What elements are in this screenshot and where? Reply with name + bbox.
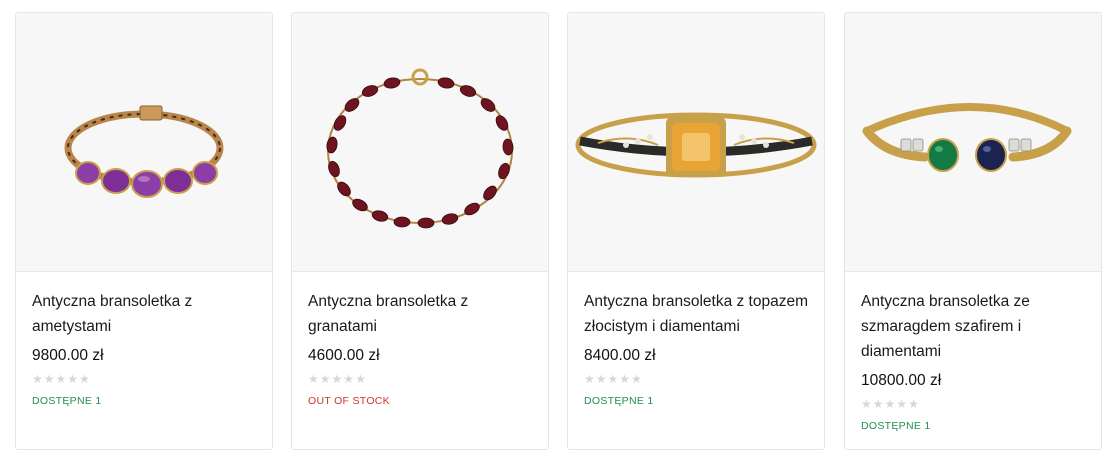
- product-image[interactable]: [568, 13, 824, 272]
- product-image[interactable]: [292, 13, 548, 272]
- star-empty-icon: ★: [319, 372, 331, 386]
- star-empty-icon: ★: [32, 372, 43, 386]
- product-card[interactable]: Antyczna bransoletka z ametystami 9800.0…: [15, 12, 273, 450]
- product-title[interactable]: Antyczna bransoletka z topazem złocistym…: [584, 289, 810, 339]
- star-empty-icon: ★: [584, 372, 595, 386]
- product-image[interactable]: [845, 13, 1101, 272]
- star-empty-icon: ★: [331, 372, 343, 386]
- star-empty-icon: ★: [896, 397, 908, 411]
- star-empty-icon: ★: [595, 372, 607, 386]
- rating-stars: ★ ★ ★ ★ ★: [308, 372, 534, 386]
- product-image[interactable]: [16, 13, 272, 272]
- bracelet-topaz-icon: [568, 13, 824, 271]
- product-price: 10800.00 zł: [861, 372, 942, 389]
- star-empty-icon: ★: [79, 372, 90, 386]
- rating-stars: ★ ★ ★ ★ ★: [32, 372, 258, 386]
- star-empty-icon: ★: [343, 372, 355, 386]
- rating-stars: ★ ★ ★ ★ ★: [861, 397, 1087, 411]
- star-empty-icon: ★: [55, 372, 67, 386]
- product-price: 9800.00 zł: [32, 347, 104, 364]
- product-title[interactable]: Antyczna bransoletka ze szmaragdem szafi…: [861, 289, 1087, 364]
- product-price: 4600.00 zł: [308, 347, 380, 364]
- stock-status: DOSTĘPNE 1: [861, 420, 931, 432]
- stock-status: DOSTĘPNE 1: [32, 395, 102, 407]
- star-empty-icon: ★: [355, 372, 366, 386]
- bracelet-garnet-icon: [292, 13, 548, 271]
- star-empty-icon: ★: [607, 372, 619, 386]
- stock-status: OUT OF STOCK: [308, 395, 390, 407]
- product-card[interactable]: Antyczna bransoletka z topazem złocistym…: [567, 12, 825, 450]
- star-empty-icon: ★: [308, 372, 319, 386]
- star-empty-icon: ★: [872, 397, 884, 411]
- star-empty-icon: ★: [631, 372, 642, 386]
- bracelet-amethyst-icon: [16, 13, 272, 271]
- product-price: 8400.00 zł: [584, 347, 656, 364]
- product-card[interactable]: Antyczna bransoletka ze szmaragdem szafi…: [844, 12, 1102, 450]
- product-card[interactable]: Antyczna bransoletka z granatami 4600.00…: [291, 12, 549, 450]
- star-empty-icon: ★: [908, 397, 919, 411]
- bracelet-emerald-sapphire-icon: [845, 13, 1101, 271]
- product-title[interactable]: Antyczna bransoletka z granatami: [308, 289, 534, 339]
- star-empty-icon: ★: [884, 397, 896, 411]
- star-empty-icon: ★: [43, 372, 55, 386]
- star-empty-icon: ★: [619, 372, 631, 386]
- rating-stars: ★ ★ ★ ★ ★: [584, 372, 810, 386]
- star-empty-icon: ★: [861, 397, 872, 411]
- stock-status: DOSTĘPNE 1: [584, 395, 654, 407]
- product-grid: Antyczna bransoletka z ametystami 9800.0…: [0, 0, 1118, 456]
- product-title[interactable]: Antyczna bransoletka z ametystami: [32, 289, 258, 339]
- star-empty-icon: ★: [67, 372, 79, 386]
